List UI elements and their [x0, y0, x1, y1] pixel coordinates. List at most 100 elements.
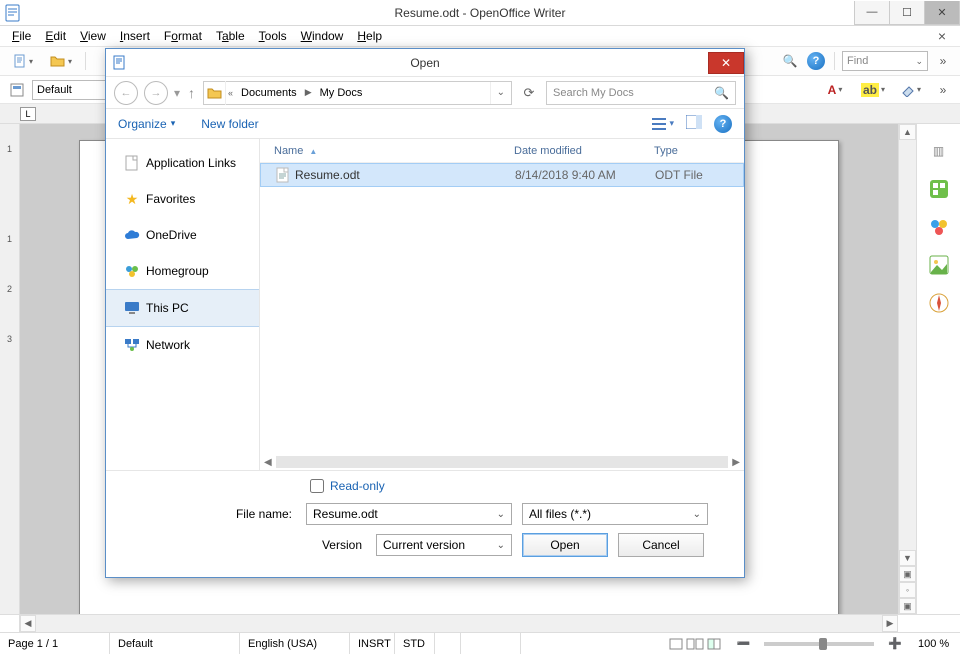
sidebar-properties-icon[interactable] — [926, 176, 952, 202]
formatbar-overflow-button[interactable]: » — [932, 79, 954, 101]
horizontal-scrollbar[interactable]: ◀ ▶ — [20, 615, 898, 632]
nav-browse-button[interactable]: ◦ — [899, 582, 916, 598]
menu-tools[interactable]: Tools — [253, 28, 293, 44]
find-combo[interactable]: Find ⌄ — [842, 51, 928, 71]
vertical-scrollbar[interactable]: ▲ ▼ ▣ ◦ ▣ — [898, 124, 916, 614]
breadcrumb-dropdown[interactable]: ⌄ — [490, 82, 511, 104]
search-input[interactable]: Search My Docs 🔍 — [546, 81, 736, 105]
menu-help[interactable]: Help — [351, 28, 388, 44]
status-zoom-value[interactable]: 100 % — [910, 633, 960, 654]
nav-forward-button[interactable]: → — [144, 81, 168, 105]
file-type: ODT File — [649, 168, 719, 182]
filename-combo[interactable]: Resume.odt ⌄ — [306, 503, 512, 525]
menu-table[interactable]: Table — [210, 28, 251, 44]
readonly-checkbox[interactable] — [310, 479, 324, 493]
nav-item-this-pc[interactable]: This PC — [106, 289, 259, 327]
file-list-hscroll[interactable]: ◀▶ — [260, 454, 744, 470]
nav-item-homegroup[interactable]: Homegroup — [106, 253, 259, 289]
nav-label: OneDrive — [146, 228, 197, 242]
sidebar-styles-icon[interactable] — [926, 214, 952, 240]
menu-edit[interactable]: Edit — [39, 28, 72, 44]
document-icon — [124, 155, 140, 171]
styles-button[interactable] — [6, 79, 28, 101]
open-button[interactable]: Open — [522, 533, 608, 557]
nav-back-button[interactable]: ← — [114, 81, 138, 105]
organize-button[interactable]: Organize — [118, 117, 175, 131]
breadcrumb-mydocs[interactable]: My Docs — [314, 87, 369, 99]
file-row[interactable]: Resume.odt 8/14/2018 9:40 AM ODT File — [260, 163, 744, 187]
sidebar-panel: ▥ — [916, 124, 960, 614]
window-maximize-button[interactable]: ☐ — [889, 1, 925, 25]
bgcolor-button[interactable] — [894, 79, 928, 101]
filetype-combo[interactable]: All files (*.*) ⌄ — [522, 503, 708, 525]
status-zoom-slider[interactable] — [764, 642, 874, 646]
menu-window[interactable]: Window — [295, 28, 350, 44]
open-doc-button[interactable] — [44, 50, 78, 72]
breadcrumb-documents[interactable]: Documents — [235, 87, 303, 99]
dialog-close-button[interactable]: ✕ — [708, 52, 744, 74]
status-zoom-in[interactable]: ➕ — [880, 633, 910, 654]
ruler-tab-indicator[interactable]: L — [20, 107, 36, 121]
cancel-button[interactable]: Cancel — [618, 533, 704, 557]
status-style[interactable]: Default — [110, 633, 240, 654]
sidebar-navigator-icon[interactable] — [926, 290, 952, 316]
nav-item-onedrive[interactable]: OneDrive — [106, 217, 259, 253]
view-mode-button[interactable]: ▾ — [652, 118, 674, 130]
search-icon[interactable]: 🔍 — [779, 50, 801, 72]
breadcrumb-bar[interactable]: « Documents ▶ My Docs ⌄ — [203, 81, 512, 105]
nav-next-button[interactable]: ▣ — [899, 598, 916, 614]
document-close-button[interactable]: × — [930, 28, 954, 44]
status-view-layout[interactable] — [661, 633, 729, 654]
version-combo[interactable]: Current version ⌄ — [376, 534, 512, 556]
sidebar-toggle-icon[interactable]: ▥ — [926, 138, 952, 164]
status-insert-mode[interactable]: INSRT — [350, 633, 395, 654]
scroll-up-button[interactable]: ▲ — [899, 124, 916, 140]
file-icon — [275, 167, 291, 183]
column-type[interactable]: Type — [648, 145, 718, 157]
readonly-label[interactable]: Read-only — [330, 479, 385, 493]
window-minimize-button[interactable]: — — [854, 1, 890, 25]
version-value: Current version — [383, 538, 465, 552]
menu-insert[interactable]: Insert — [114, 28, 156, 44]
scroll-right-button[interactable]: ▶ — [882, 615, 898, 632]
vertical-ruler[interactable]: 1 1 2 3 — [0, 124, 20, 614]
status-zoom-out[interactable]: ➖ — [729, 633, 759, 654]
toolbar-overflow-button[interactable]: » — [932, 50, 954, 72]
search-placeholder: Search My Docs — [553, 87, 634, 99]
column-name[interactable]: Name▲ — [268, 145, 508, 157]
filetype-value: All files (*.*) — [529, 507, 591, 521]
scroll-down-button[interactable]: ▼ — [899, 550, 916, 566]
preview-pane-button[interactable] — [686, 115, 702, 132]
nav-item-network[interactable]: Network — [106, 327, 259, 363]
column-date[interactable]: Date modified — [508, 145, 648, 157]
statusbar: Page 1 / 1 Default English (USA) INSRT S… — [0, 632, 960, 654]
menubar: File Edit View Insert Format Table Tools… — [0, 26, 960, 46]
menu-view[interactable]: View — [74, 28, 112, 44]
refresh-button[interactable]: ⟳ — [518, 82, 540, 104]
status-page[interactable]: Page 1 / 1 — [0, 633, 110, 654]
font-color-button[interactable]: A — [818, 79, 852, 101]
nav-item-application-links[interactable]: Application Links — [106, 145, 259, 181]
network-icon — [124, 337, 140, 353]
scroll-left-button[interactable]: ◀ — [20, 615, 36, 632]
status-language[interactable]: English (USA) — [240, 633, 350, 654]
window-close-button[interactable]: ✕ — [924, 1, 960, 25]
status-selection-mode[interactable]: STD — [395, 633, 435, 654]
file-list-header: Name▲ Date modified Type — [260, 139, 744, 163]
status-signature[interactable] — [461, 633, 521, 654]
status-modified[interactable] — [435, 633, 461, 654]
sidebar-gallery-icon[interactable] — [926, 252, 952, 278]
folder-icon — [204, 81, 226, 105]
dialog-bottom: Read-only File name: Resume.odt ⌄ All fi… — [106, 470, 744, 577]
nav-prev-button[interactable]: ▣ — [899, 566, 916, 582]
new-folder-button[interactable]: New folder — [201, 117, 258, 131]
highlight-button[interactable]: ab — [856, 79, 890, 101]
menu-file[interactable]: File — [6, 28, 37, 44]
menu-format[interactable]: Format — [158, 28, 208, 44]
new-doc-button[interactable] — [6, 50, 40, 72]
dialog-help-button[interactable]: ? — [714, 115, 732, 133]
nav-label: Homegroup — [146, 264, 209, 278]
help-icon[interactable]: ? — [805, 50, 827, 72]
nav-up-button[interactable]: ↑ — [186, 85, 197, 101]
nav-item-favorites[interactable]: ★ Favorites — [106, 181, 259, 217]
